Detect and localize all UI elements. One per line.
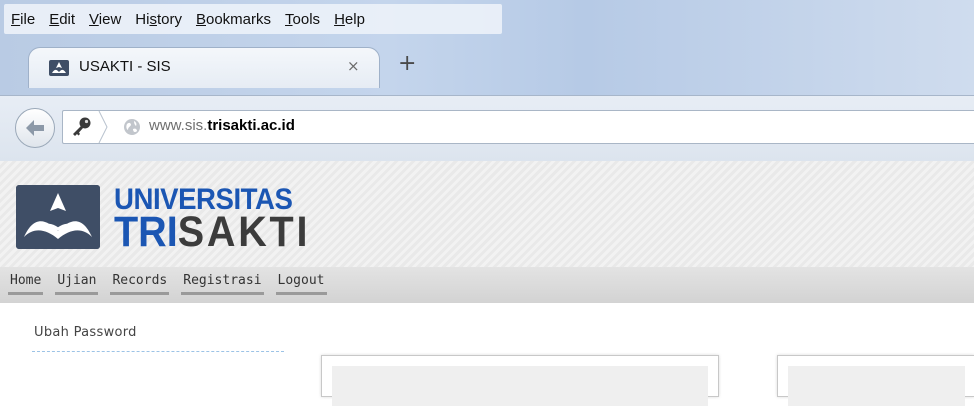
menu-bookmarks[interactable]: Bookmarks <box>189 11 278 28</box>
url-prefix: www.sis. <box>149 117 208 134</box>
university-logo[interactable]: UNIVERSITAS TRISAKTI <box>16 175 316 255</box>
menu-history[interactable]: History <box>128 11 189 28</box>
close-tab-icon[interactable]: × <box>347 57 360 75</box>
url-text: www.sis.trisakti.ac.id <box>149 117 295 134</box>
tab-usakti-sis[interactable]: USAKTI - SIS × <box>28 47 380 88</box>
trisakti-emblem-icon <box>16 185 100 249</box>
tab-strip: USAKTI - SIS × + <box>0 40 974 96</box>
nav-home[interactable]: Home <box>8 273 44 295</box>
url-bar[interactable]: www.sis.trisakti.ac.id <box>62 110 974 144</box>
site-navigation: Home Ujian Records Registrasi Logout <box>0 267 974 303</box>
back-arrow-icon <box>26 120 44 136</box>
browser-chrome: File Edit View History Bookmarks Tools H… <box>0 0 974 95</box>
nav-logout[interactable]: Logout <box>275 273 327 295</box>
sidebar-link-ubah-password[interactable]: Ubah Password <box>34 325 137 340</box>
chevron-right-icon <box>98 111 108 143</box>
key-icon <box>73 117 91 136</box>
menu-tools[interactable]: Tools <box>278 11 327 28</box>
menu-view[interactable]: View <box>82 11 128 28</box>
trisakti-logo-icon <box>49 60 69 76</box>
menu-edit[interactable]: Edit <box>42 11 82 28</box>
content-panel-right <box>777 355 974 406</box>
nav-ujian[interactable]: Ujian <box>55 273 99 295</box>
panel-body <box>332 366 708 406</box>
sidebar-divider <box>32 351 284 352</box>
content-panel-left <box>321 355 719 406</box>
logo-text-trisakti: TRISAKTI <box>114 208 311 256</box>
tab-title: USAKTI - SIS <box>79 58 171 75</box>
site-identity-button[interactable] <box>63 111 115 143</box>
back-button[interactable] <box>15 108 55 148</box>
menu-help[interactable]: Help <box>327 11 372 28</box>
navigation-toolbar: www.sis.trisakti.ac.id <box>0 95 974 162</box>
panel-body <box>788 366 965 406</box>
site-header: UNIVERSITAS TRISAKTI <box>0 161 974 267</box>
url-host: trisakti.ac.id <box>207 117 295 134</box>
page-content: Ubah Password <box>0 303 974 406</box>
menu-file[interactable]: File <box>4 11 42 28</box>
new-tab-button[interactable]: + <box>398 53 416 75</box>
menu-bar: File Edit View History Bookmarks Tools H… <box>4 4 502 34</box>
nav-records[interactable]: Records <box>110 273 170 295</box>
globe-icon <box>124 119 140 135</box>
nav-registrasi[interactable]: Registrasi <box>181 273 264 295</box>
